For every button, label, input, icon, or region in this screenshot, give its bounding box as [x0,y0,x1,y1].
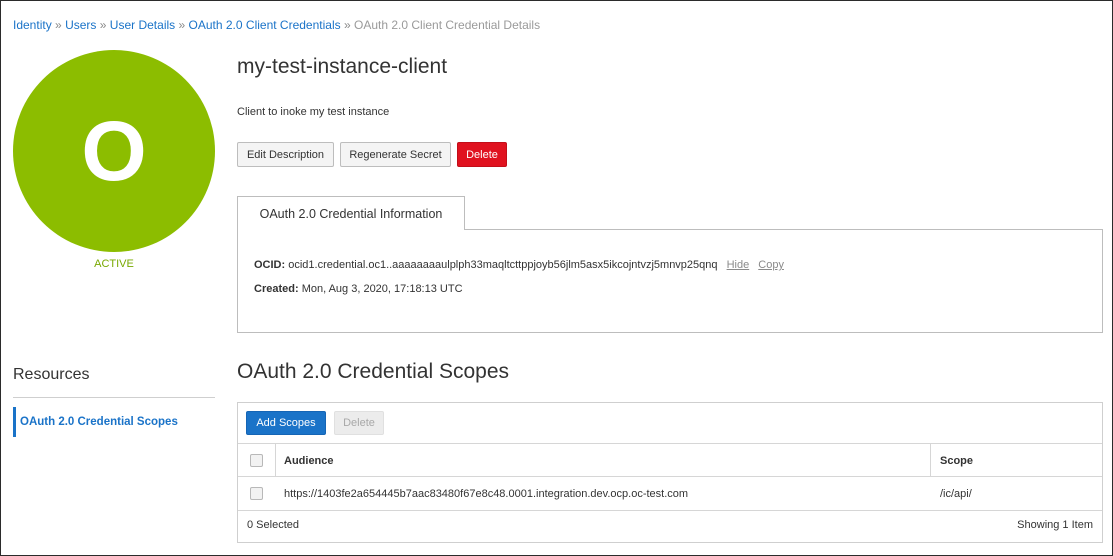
breadcrumb: Identity » Users » User Details » OAuth … [13,18,540,32]
tab-credential-information[interactable]: OAuth 2.0 Credential Information [237,196,465,230]
resources-divider [13,397,215,398]
breadcrumb-user-details[interactable]: User Details [110,18,175,32]
regenerate-secret-button[interactable]: Regenerate Secret [340,142,451,167]
scopes-section-title: OAuth 2.0 Credential Scopes [237,360,509,383]
credential-info-panel: OCID: ocid1.credential.oc1..aaaaaaaaulpl… [237,229,1103,333]
page-description: Client to inoke my test instance [237,106,390,118]
breadcrumb-separator: » [55,18,62,32]
table-header-row: Audience Scope [238,443,1102,477]
breadcrumb-separator: » [343,18,351,32]
add-scopes-button[interactable]: Add Scopes [246,411,326,435]
audience-cell: https://1403fe2a654445b7aac83480f67e8c48… [284,487,689,500]
breadcrumb-separator: » [99,18,107,32]
breadcrumb-identity[interactable]: Identity [13,18,52,32]
table-row: https://1403fe2a654445b7aac83480f67e8c48… [238,477,1102,511]
delete-scopes-button[interactable]: Delete [334,411,384,435]
breadcrumb-users[interactable]: Users [65,18,96,32]
hide-link[interactable]: Hide [727,259,750,271]
scope-cell: /ic/api/ [940,487,972,500]
ocid-label: OCID: [254,259,286,271]
resources-title: Resources [13,366,90,383]
breadcrumb-oauth-client-credentials[interactable]: OAuth 2.0 Client Credentials [189,18,341,32]
ocid-value: ocid1.credential.oc1..aaaaaaaaulplph33ma… [288,259,718,271]
column-header-scope[interactable]: Scope [940,444,973,477]
edit-description-button[interactable]: Edit Description [237,142,334,167]
avatar-letter: O [81,104,147,198]
status-badge: ACTIVE [94,258,134,270]
column-header-audience[interactable]: Audience [284,444,334,477]
item-count: Showing 1 Item [1017,519,1093,531]
ocid-row: OCID: ocid1.credential.oc1..aaaaaaaaulpl… [254,259,784,271]
scopes-table: Add Scopes Delete Audience Scope https:/… [237,402,1103,543]
breadcrumb-separator: » [178,18,186,32]
select-all-checkbox[interactable] [250,454,263,467]
page-title: my-test-instance-client [237,55,448,78]
avatar: O [13,50,215,252]
selected-count: 0 Selected [247,519,299,531]
created-label: Created: [254,283,299,295]
breadcrumb-current: OAuth 2.0 Client Credential Details [354,18,541,32]
delete-button[interactable]: Delete [457,142,507,167]
row-checkbox[interactable] [250,487,263,500]
resources-item-credential-scopes[interactable]: OAuth 2.0 Credential Scopes [13,407,215,437]
column-divider [930,444,931,477]
copy-link[interactable]: Copy [758,259,784,271]
column-divider [275,444,276,477]
created-value: Mon, Aug 3, 2020, 17:18:13 UTC [301,283,463,295]
created-row: Created: Mon, Aug 3, 2020, 17:18:13 UTC [254,283,463,295]
